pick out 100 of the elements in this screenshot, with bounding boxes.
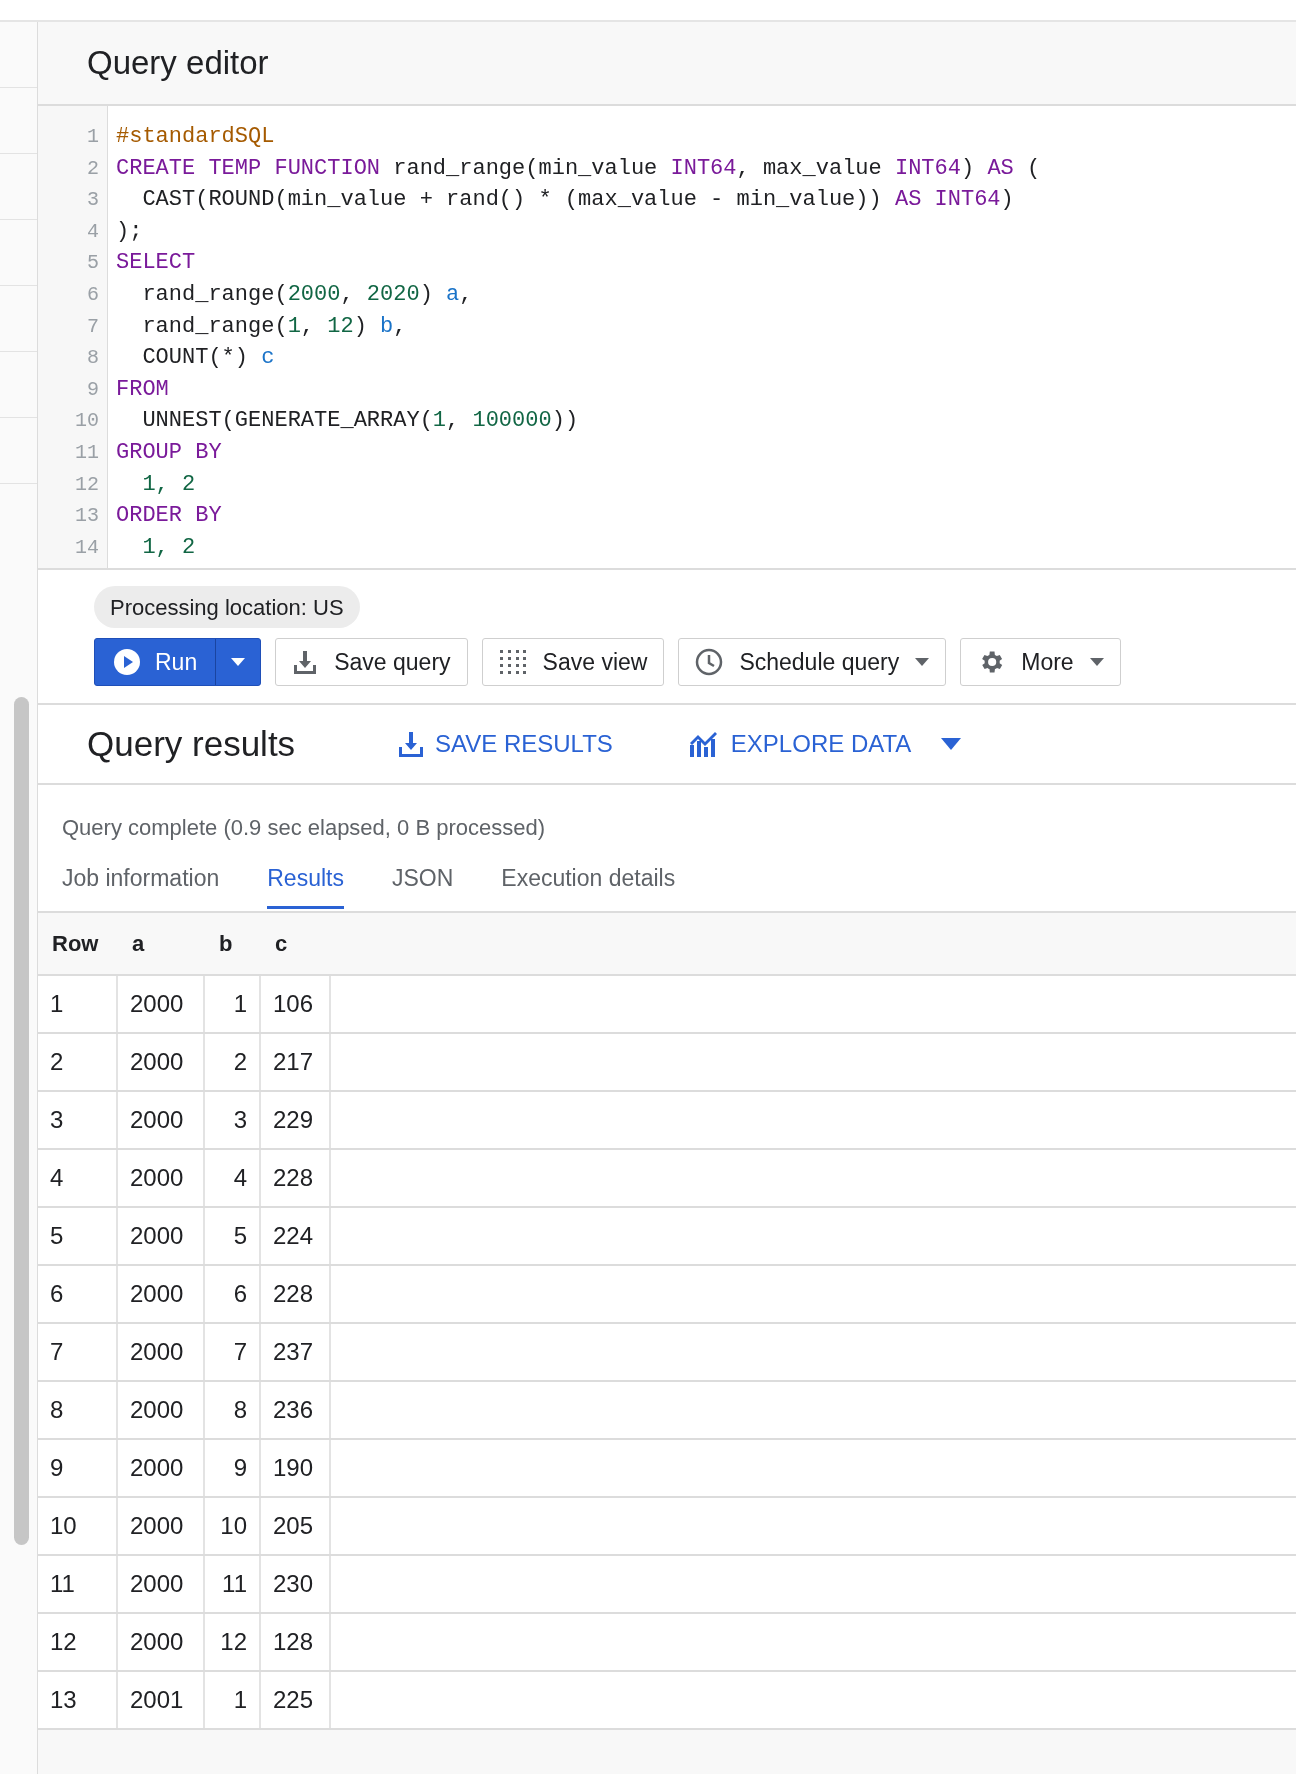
table-cell: 13 (38, 1672, 118, 1728)
code-editor[interactable] (38, 106, 1296, 570)
tab[interactable]: Execution details (501, 861, 676, 909)
panel-title: Query editor (87, 43, 269, 84)
table-cell: 2000 (118, 1382, 205, 1438)
table-cell: 11 (205, 1556, 261, 1612)
dot-grid-icon (498, 649, 527, 675)
table-cell: 5 (205, 1208, 261, 1264)
code-line: 1, 2 (141, 470, 197, 499)
code-line: 1, 2 (141, 533, 197, 562)
code-line: CAST(ROUND(min_value + rand() * (max_value - min_value)) AS INT64) (141, 186, 1015, 215)
code-line: rand_range(2000, 2020) a, (141, 280, 474, 309)
table-cell: 10 (38, 1498, 118, 1554)
table-cell: 2000 (118, 1208, 205, 1264)
line-number: 10 (75, 408, 99, 435)
table-cell: 228 (261, 1150, 331, 1206)
run-button[interactable]: Run (94, 638, 262, 686)
tab[interactable]: Job information (62, 861, 220, 909)
table-cell: 237 (261, 1324, 331, 1380)
bar-chart-icon (688, 731, 719, 757)
table-cell: 2000 (118, 1556, 205, 1612)
panel-title: Query results (87, 722, 297, 765)
line-number: 11 (75, 439, 99, 466)
tab[interactable]: JSON (391, 861, 454, 909)
code-line: SELECT (116, 249, 197, 278)
code-line: GROUP BY (116, 438, 223, 467)
line-number: 1 (87, 124, 99, 150)
table-cell: 11 (38, 1556, 118, 1612)
table-cell: 7 (38, 1324, 118, 1380)
table-cell: 128 (261, 1614, 331, 1670)
table-cell: 106 (261, 976, 331, 1032)
table-cell: 12 (38, 1614, 118, 1670)
table-cell: 236 (261, 1382, 331, 1438)
code-line: ); (116, 217, 144, 246)
table-cell: 12 (205, 1614, 261, 1670)
schedule-button[interactable]: Schedule query (678, 638, 947, 686)
table-cell: 225 (261, 1672, 331, 1728)
line-number: 14 (75, 534, 99, 561)
table-cell: 3 (38, 1092, 118, 1148)
code-line: rand_range(1, 12) b, (141, 312, 408, 341)
table-cell: 2000 (118, 1266, 205, 1322)
view-button[interactable]: Save view (481, 638, 665, 686)
download-icon (399, 731, 423, 757)
table-cell: 3 (205, 1092, 261, 1148)
table-cell: 2000 (118, 1034, 205, 1090)
play-icon (113, 648, 141, 676)
table-cell: 1 (205, 1672, 261, 1728)
table-cell: 4 (38, 1150, 118, 1206)
table-cell: 8 (205, 1382, 261, 1438)
table-cell: 2000 (118, 1440, 205, 1496)
line-number: 3 (87, 187, 99, 214)
table-cell: 2000 (118, 1150, 205, 1206)
table-cell: 6 (205, 1266, 261, 1322)
table-cell: 2000 (118, 1324, 205, 1380)
table-cell: 205 (261, 1498, 331, 1554)
line-number: 6 (87, 281, 99, 308)
tab[interactable]: Results (267, 861, 344, 909)
table-cell: 2000 (118, 1092, 205, 1148)
code-line: CREATE TEMP FUNCTION rand_range(min_value INT64, max_value INT64) AS ( (116, 154, 1041, 183)
column-header: c (274, 930, 289, 958)
table-cell: 5 (38, 1208, 118, 1264)
table-cell: 2000 (118, 976, 205, 1032)
column-header: Row (51, 930, 100, 958)
line-number: 4 (87, 218, 99, 245)
status-text: Query complete (0.9 sec elapsed, 0 B processed) (62, 814, 547, 841)
table-cell: 8 (38, 1382, 118, 1438)
line-number: 9 (87, 376, 99, 403)
column-header: a (131, 930, 146, 958)
table-cell: 2000 (118, 1498, 205, 1554)
code-line: UNNEST(GENERATE_ARRAY(1, 100000)) (141, 407, 580, 436)
explore-data-button[interactable]: EXPLORE DATA (688, 726, 962, 762)
line-number: 5 (87, 250, 99, 277)
location-chip: Processing location: US (94, 586, 360, 628)
scrollbar[interactable] (14, 697, 29, 1545)
table-cell: 2 (205, 1034, 261, 1090)
line-number: 12 (75, 471, 99, 498)
table-cell: 9 (38, 1440, 118, 1496)
column-header: b (218, 930, 234, 958)
table-cell: 1 (38, 976, 118, 1032)
table-cell: 1 (205, 976, 261, 1032)
code-line: #standardSQL (116, 123, 276, 151)
table-cell: 2 (38, 1034, 118, 1090)
more-button[interactable]: More (960, 638, 1121, 686)
download-icon (292, 649, 319, 675)
table-cell: 230 (261, 1556, 331, 1612)
save-button[interactable]: Save query (275, 638, 468, 686)
code-line: FROM (116, 375, 170, 404)
table-cell: 190 (261, 1440, 331, 1496)
table-cell: 9 (205, 1440, 261, 1496)
table-cell: 228 (261, 1266, 331, 1322)
line-number: 8 (87, 345, 99, 372)
code-line: COUNT(*) c (141, 344, 276, 373)
table-cell: 4 (205, 1150, 261, 1206)
table-cell: 2001 (118, 1672, 205, 1728)
save-results-button[interactable]: SAVE RESULTS (399, 726, 613, 762)
table-cell: 6 (38, 1266, 118, 1322)
table-cell: 217 (261, 1034, 331, 1090)
clock-icon (695, 648, 724, 676)
table-cell: 229 (261, 1092, 331, 1148)
table-cell: 10 (205, 1498, 261, 1554)
